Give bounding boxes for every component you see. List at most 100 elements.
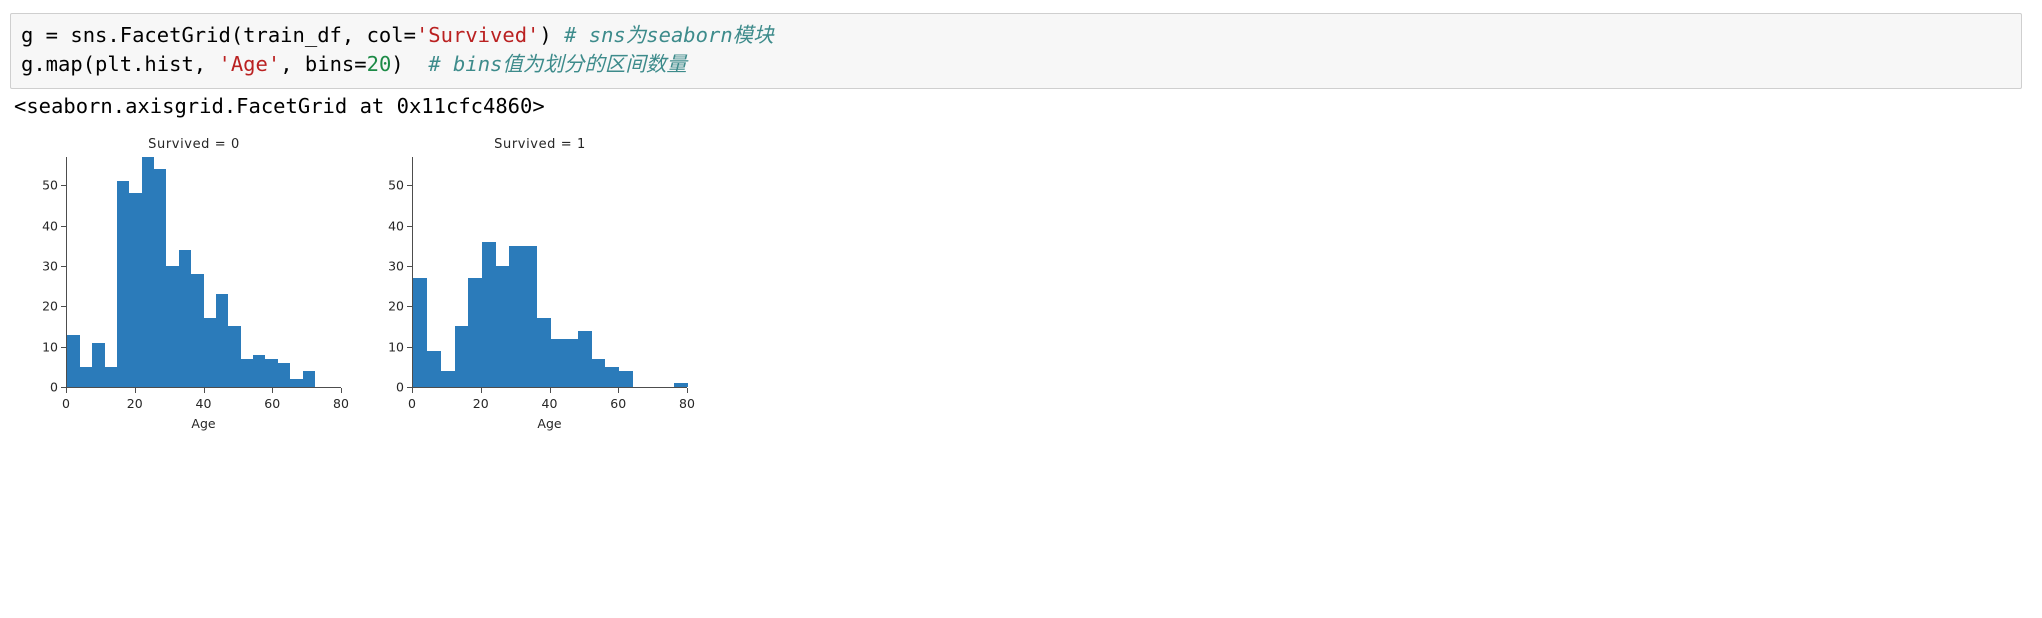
code-token-plain: ) bbox=[391, 52, 429, 76]
histogram-bar bbox=[67, 334, 80, 387]
histogram-bar bbox=[523, 245, 537, 387]
code-token-cmt: # sns为seaborn模块 bbox=[564, 23, 774, 47]
histogram-bar bbox=[302, 370, 315, 387]
histogram-bar bbox=[550, 338, 565, 387]
histogram-bar bbox=[191, 274, 204, 387]
plot-area bbox=[412, 157, 688, 387]
notebook-code-cell[interactable]: g = sns.FacetGrid(train_df, col='Survive… bbox=[10, 13, 2022, 89]
y-tick-mark bbox=[407, 306, 412, 308]
y-tick-label: 30 bbox=[42, 258, 58, 274]
y-tick-mark bbox=[61, 225, 66, 227]
code-token-plain: ) bbox=[539, 23, 565, 47]
histogram-bar bbox=[92, 342, 105, 387]
code-token-plain: g = sns.FacetGrid(train_df, col= bbox=[21, 23, 416, 47]
y-tick-label: 0 bbox=[396, 379, 404, 395]
histogram-bar bbox=[454, 326, 469, 387]
histogram-bar bbox=[228, 326, 241, 387]
x-tick-label: 60 bbox=[264, 396, 281, 411]
x-tick-mark bbox=[272, 388, 274, 393]
y-tick-mark bbox=[61, 185, 66, 187]
histogram-bar bbox=[215, 294, 229, 387]
x-tick-mark bbox=[341, 388, 342, 393]
plot-area bbox=[66, 157, 341, 387]
x-tick-label: 0 bbox=[408, 396, 416, 411]
x-tick-mark bbox=[134, 388, 136, 393]
x-axis-title: Age bbox=[191, 416, 216, 431]
histogram-bar bbox=[564, 338, 579, 387]
histogram-bar bbox=[154, 169, 167, 387]
code-token-plain: , bins= bbox=[280, 52, 367, 76]
facet-title: Survived = 1 bbox=[494, 137, 586, 152]
histogram-bar bbox=[605, 366, 620, 387]
y-tick-label: 10 bbox=[42, 339, 58, 355]
y-tick-mark bbox=[61, 306, 66, 308]
histogram-bar bbox=[509, 245, 524, 387]
histogram-bar bbox=[265, 358, 278, 387]
histogram-bar bbox=[166, 265, 179, 387]
x-tick-label: 40 bbox=[195, 396, 212, 411]
histogram-bar bbox=[413, 278, 428, 387]
x-tick-label: 20 bbox=[472, 396, 489, 411]
histogram-bar bbox=[591, 358, 606, 387]
histogram-bar bbox=[578, 330, 592, 387]
x-tick-label: 20 bbox=[126, 396, 143, 411]
facet-panel-survived-0: Survived = 0 0 10 20 30 40 50 0 20 40 60 80 Age bbox=[14, 134, 374, 454]
notebook-text-output: <seaborn.axisgrid.FacetGrid at 0x11cfc48… bbox=[14, 94, 545, 118]
y-tick-mark bbox=[407, 346, 412, 348]
histogram-bar bbox=[536, 318, 551, 387]
y-tick-label: 50 bbox=[42, 177, 58, 193]
x-tick-mark bbox=[203, 388, 205, 393]
y-tick-label: 40 bbox=[42, 218, 58, 234]
code-token-str: 'Age' bbox=[218, 52, 281, 76]
histogram-bar bbox=[79, 366, 93, 387]
histogram-bar bbox=[277, 362, 291, 387]
x-tick-mark bbox=[66, 388, 67, 393]
x-tick-mark bbox=[687, 388, 688, 393]
histogram-bar bbox=[141, 157, 155, 387]
histogram-bar bbox=[674, 382, 688, 387]
code-token-cmt: # bins值为划分的区间数量 bbox=[428, 52, 687, 76]
y-tick-mark bbox=[61, 346, 66, 348]
x-tick-mark bbox=[480, 388, 482, 393]
facet-panel-survived-1: Survived = 1 0 10 20 30 40 50 0 20 40 60 80 Age bbox=[360, 134, 720, 454]
histogram-bar bbox=[116, 181, 130, 387]
y-tick-label: 50 bbox=[388, 177, 404, 193]
x-tick-label: 80 bbox=[333, 396, 349, 411]
histogram-bar bbox=[203, 318, 216, 387]
y-tick-label: 10 bbox=[388, 339, 404, 355]
x-tick-label: 0 bbox=[62, 396, 70, 411]
y-tick-label: 20 bbox=[42, 298, 58, 314]
x-tick-label: 60 bbox=[610, 396, 627, 411]
histogram-bar bbox=[495, 265, 510, 387]
histogram-bar bbox=[253, 354, 266, 387]
code-line-1: g = sns.FacetGrid(train_df, col='Survive… bbox=[21, 21, 2011, 50]
x-tick-label: 80 bbox=[679, 396, 695, 411]
histogram-bar bbox=[178, 249, 192, 387]
y-tick-label: 40 bbox=[388, 218, 404, 234]
histogram-bar bbox=[129, 193, 142, 387]
code-line-2: g.map(plt.hist, 'Age', bins=20) # bins值为… bbox=[21, 50, 2011, 79]
x-tick-mark bbox=[618, 388, 620, 393]
facetgrid-figure: Survived = 0 0 10 20 30 40 50 0 20 40 60 80 Age Surv… bbox=[8, 134, 888, 454]
y-tick-label: 0 bbox=[50, 379, 58, 395]
histogram-bar bbox=[104, 366, 117, 387]
histogram-bar bbox=[468, 278, 482, 387]
x-tick-mark bbox=[412, 388, 413, 393]
x-tick-label: 40 bbox=[541, 396, 558, 411]
x-tick-mark bbox=[549, 388, 551, 393]
facet-title: Survived = 0 bbox=[148, 137, 240, 152]
histogram-bar bbox=[427, 350, 441, 387]
histogram-bar bbox=[290, 378, 303, 387]
histogram-bar bbox=[440, 370, 455, 387]
histogram-bar bbox=[240, 358, 254, 387]
code-token-num: 20 bbox=[366, 52, 392, 76]
y-tick-mark bbox=[407, 225, 412, 227]
code-token-plain: g.map(plt.hist, bbox=[21, 52, 219, 76]
y-tick-label: 30 bbox=[388, 258, 404, 274]
y-tick-label: 20 bbox=[388, 298, 404, 314]
y-tick-mark bbox=[407, 185, 412, 187]
histogram-bar bbox=[619, 370, 633, 387]
y-tick-mark bbox=[407, 265, 412, 267]
histogram-bar bbox=[482, 241, 496, 387]
x-axis-title: Age bbox=[537, 416, 562, 431]
